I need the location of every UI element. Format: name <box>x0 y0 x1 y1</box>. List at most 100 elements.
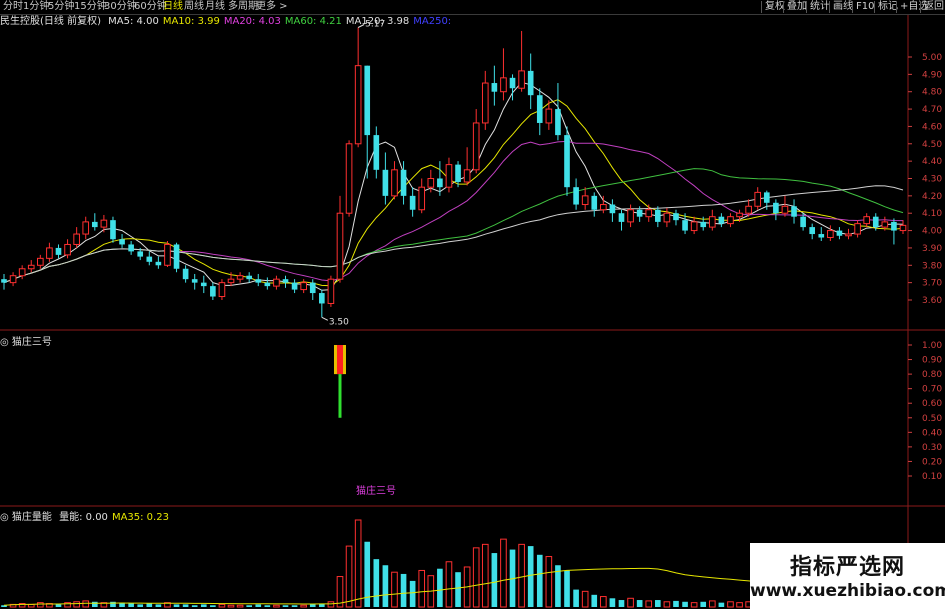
indicator2-legend-1: MA35: 0.23 <box>111 512 169 523</box>
candle-body-84 <box>763 192 770 203</box>
candle-body-11 <box>100 219 108 228</box>
volume-bar-48 <box>437 568 443 607</box>
candle-body-93 <box>845 233 852 237</box>
candle-body-59 <box>536 95 543 123</box>
volume-bar-67 <box>609 598 616 607</box>
candle-body-4 <box>37 257 44 266</box>
volume-bar-70 <box>636 600 643 607</box>
ma20-line <box>3 140 904 284</box>
candle-body-44 <box>400 169 407 196</box>
candle-body-95 <box>863 216 870 225</box>
candle-body-5 <box>46 247 53 259</box>
price-axis-label-14: 3.60 <box>922 296 942 306</box>
candle-body-71 <box>645 209 653 218</box>
price-axis-label-1: 4.90 <box>922 70 942 80</box>
candle-body-98 <box>891 221 897 231</box>
candle-body-38 <box>345 143 353 214</box>
candle-body-7 <box>64 243 71 256</box>
volume-bar-58 <box>527 546 534 607</box>
ind1-bar-green <box>338 374 342 418</box>
candle-body-8 <box>73 233 80 245</box>
volume-bar-34 <box>309 604 316 607</box>
price-axis-label-5: 4.50 <box>922 140 942 150</box>
candle-body-3 <box>27 264 35 270</box>
candle-body-89 <box>809 227 816 235</box>
indicator2-title: ◎ 猫庄量能 量能: 0.00 MA35: 0.23 <box>0 512 169 523</box>
volume-bar-72 <box>655 600 661 607</box>
candle-body-80 <box>727 216 734 225</box>
candle-body-90 <box>818 234 825 238</box>
candle-body-57 <box>518 70 525 89</box>
candle-body-14 <box>128 244 134 252</box>
candle-body-45 <box>409 195 416 210</box>
volume-bar-24 <box>218 603 226 608</box>
volume-bar-59 <box>536 554 543 607</box>
volume-bar-6 <box>55 604 62 607</box>
candle-body-75 <box>682 220 688 231</box>
volume-bar-71 <box>645 600 653 608</box>
candle-body-54 <box>491 83 498 92</box>
candle-body-48 <box>437 178 443 188</box>
ind1-axis-label-9: 0.10 <box>922 472 942 482</box>
volume-bar-46 <box>418 569 426 608</box>
candle-body-26 <box>236 275 244 280</box>
ind1-axis-label-6: 0.40 <box>922 428 942 438</box>
candle-body-83 <box>754 191 762 207</box>
ind1-bar-red <box>336 345 343 375</box>
volume-bar-54 <box>491 553 498 607</box>
volume-bar-78 <box>708 600 716 608</box>
candle-body-47 <box>427 178 435 188</box>
indicator1-inline-label: 猫庄三号 <box>356 486 396 497</box>
candle-body-31 <box>282 279 289 283</box>
candle-body-42 <box>382 169 389 196</box>
candle-body-55 <box>500 77 507 93</box>
volume-bar-57 <box>518 543 525 608</box>
candle-body-51 <box>463 169 471 183</box>
volume-bar-29 <box>264 605 271 607</box>
candle-body-18 <box>164 243 171 266</box>
volume-bar-9 <box>82 600 90 608</box>
candle-body-97 <box>881 221 889 228</box>
volume-bar-77 <box>700 601 707 607</box>
high-label: 5.17 <box>365 19 385 29</box>
candle-body-37 <box>336 212 344 280</box>
candle-body-79 <box>718 216 725 224</box>
watermark-url: www.xuezhibiao.com <box>750 581 945 601</box>
candle-body-70 <box>636 209 643 217</box>
candle-body-78 <box>708 216 716 228</box>
candle-body-24 <box>218 282 226 298</box>
volume-bar-38 <box>345 545 353 608</box>
volume-bar-32 <box>291 605 298 607</box>
volume-bar-8 <box>73 601 80 608</box>
volume-bar-63 <box>573 589 579 607</box>
candle-body-92 <box>836 230 843 236</box>
candle-body-29 <box>264 282 271 287</box>
volume-bar-44 <box>400 573 407 607</box>
candle-body-91 <box>827 230 834 239</box>
volume-bar-66 <box>600 596 607 608</box>
candle-body-53 <box>481 82 489 124</box>
price-axis-label-2: 4.80 <box>922 88 942 98</box>
price-axis-label-13: 3.70 <box>922 279 942 289</box>
volume-bar-43 <box>391 571 398 608</box>
price-axis-label-8: 4.20 <box>922 192 942 202</box>
ma5-line <box>3 81 904 291</box>
volume-bar-12 <box>110 601 116 607</box>
low-label: 3.50 <box>329 317 349 327</box>
candle-body-60 <box>545 108 553 124</box>
candle-body-34 <box>309 282 316 294</box>
candle-body-1 <box>9 275 17 284</box>
indicator2-legend-0: 量能: 0.00 <box>59 512 108 523</box>
price-axis-label-6: 4.40 <box>922 157 942 167</box>
candle-body-36 <box>327 278 335 304</box>
volume-bar-74 <box>673 600 679 607</box>
ind1-axis-label-3: 0.70 <box>922 385 942 395</box>
volume-bar-75 <box>682 601 688 607</box>
volume-bar-64 <box>581 590 589 608</box>
candle-body-52 <box>472 122 480 171</box>
price-axis-label-9: 4.10 <box>922 209 942 219</box>
candle-body-50 <box>455 164 461 182</box>
candle-body-67 <box>609 204 616 214</box>
candle-body-86 <box>781 205 789 214</box>
candle-body-65 <box>591 195 598 210</box>
